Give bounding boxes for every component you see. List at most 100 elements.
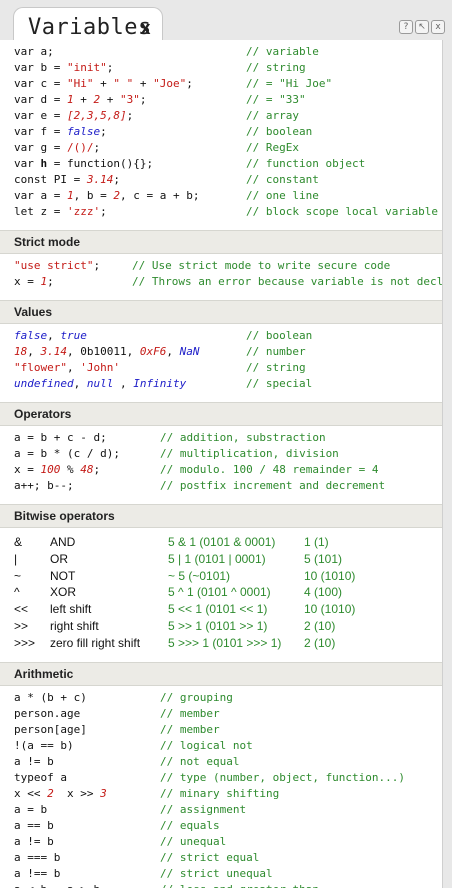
code-line: var c = "Hi" + " " + "Joe";// = "Hi Joe" (14, 76, 442, 92)
code-token: "use strict" (14, 259, 94, 272)
code-token: // assignment (160, 802, 247, 816)
code-comment: // boolean (246, 328, 312, 344)
bitwise-operator: | (14, 551, 18, 566)
code-line: var e = [2,3,5,8];// array (14, 108, 442, 124)
code-token: ; (113, 173, 120, 186)
bitwise-example: 5 | 1 (0101 | 0001) (168, 551, 266, 566)
code-statement: a != b (14, 834, 160, 850)
code-token: , (66, 361, 81, 374)
bitwise-result: 2 (10) (304, 618, 336, 633)
code-comment: // special (246, 376, 312, 392)
code-line: x << 2 x >> 3// minary shifting (14, 786, 442, 802)
code-statement: var d = 1 + 2 + "3"; (14, 92, 246, 108)
code-comment: // not equal (160, 754, 239, 770)
bitwise-name: zero fill right shift (50, 635, 141, 650)
code-comment: // modulo. 100 / 48 remainder = 4 (160, 462, 379, 478)
code-line: var a; // variable (14, 44, 442, 60)
code-token: // one line (246, 189, 319, 202)
code-line: const PI = 3.14;// constant (14, 172, 442, 188)
code-comment: // function object (246, 156, 365, 172)
bitwise-result: 4 (100) (304, 585, 343, 600)
section-header: Strict mode (0, 230, 442, 254)
code-comment: // strict unequal (160, 866, 273, 882)
bitwise-name: NOT (50, 568, 76, 583)
code-token: 'zzz' (66, 205, 101, 218)
code-line: a++; b--; // postfix increment and decrem… (14, 478, 442, 494)
code-line: var h = function(){};// function object (14, 156, 442, 172)
code-statement: a++; b--; (14, 478, 160, 494)
code-token: "init" (66, 61, 107, 74)
code-statement: var b = "init"; (14, 60, 246, 76)
code-comment: // addition, substraction (160, 430, 326, 446)
code-token: , (47, 329, 61, 342)
code-statement: var a; (14, 44, 246, 60)
cheatsheet-panel[interactable]: var a;// variable var b = "init";// strin… (0, 40, 443, 888)
code-token: // strict equal (160, 850, 260, 864)
tab-close-button[interactable]: x (140, 18, 151, 39)
code-token: // strict unequal (160, 866, 273, 880)
tab-variables[interactable]: Variables x (13, 7, 163, 41)
code-line: x = 1;// Throws an error because variabl… (14, 274, 442, 290)
tab-bar: Variables x ? ↖ x (0, 0, 452, 41)
code-line: !(a == b) // logical not (14, 738, 442, 754)
code-token: ; (126, 109, 134, 122)
bitwise-result: 2 (10) (304, 635, 336, 650)
code-comment: // = "Hi Joe" (246, 76, 332, 92)
bitwise-row: | OR 5 | 1 (0101 | 0001) 5 (101) (14, 551, 442, 568)
code-token: false (14, 329, 48, 342)
popout-button[interactable]: ↖ (415, 20, 429, 34)
code-statement: 18, 3.14, 0b10011, 0xF6, NaN (14, 344, 246, 360)
code-token: // constant (246, 173, 319, 186)
bitwise-operator: ~ (14, 568, 22, 583)
code-token: null (86, 377, 114, 390)
code-comment: // minary shifting (160, 786, 279, 802)
bitwise-row: >>> zero fill right shift 5 >>> 1 (0101 >>… (14, 635, 442, 652)
code-comment: // string (246, 60, 306, 76)
code-statement: a = b * (c / d); (14, 446, 160, 462)
code-statement: person[age] (14, 722, 160, 738)
code-comment: // block scope local variable (246, 204, 438, 220)
code-block: "use strict";// Use strict mode to write… (0, 254, 442, 292)
code-token: 3.14 (86, 173, 114, 186)
code-token: // function object (246, 157, 366, 170)
code-token: a < b a > b (14, 883, 100, 888)
code-comment: // postfix increment and decrement (160, 478, 385, 494)
code-statement: "use strict"; (14, 258, 132, 274)
code-token: ; (93, 141, 101, 154)
code-token: // type (number, object, function...) (160, 770, 406, 784)
code-token: a = b (14, 802, 48, 816)
code-comment: // = "33" (246, 92, 306, 108)
close-button[interactable]: x (431, 20, 445, 34)
code-token: NaN (179, 345, 200, 358)
code-token: a = b + c - d; (14, 431, 107, 444)
code-token: + (100, 93, 120, 106)
code-token: // grouping (160, 690, 233, 704)
code-statement: undefined, null , Infinity (14, 376, 246, 392)
code-token: + (133, 77, 154, 90)
code-token: // string (246, 361, 306, 374)
code-statement: a = b + c - d; (14, 430, 160, 446)
code-token: // member (160, 706, 220, 720)
code-statement: a * (b + c) (14, 690, 160, 706)
code-statement: false, true (14, 328, 246, 344)
code-token: % (60, 463, 81, 476)
code-token: 'John' (80, 361, 120, 374)
code-line: "use strict";// Use strict mode to write… (14, 258, 442, 274)
help-button[interactable]: ? (399, 20, 413, 34)
code-token: // variable (246, 45, 319, 58)
code-token: Infinity (133, 377, 187, 390)
code-token: "3" (119, 93, 140, 106)
code-token: 48 (80, 463, 94, 476)
code-line: var b = "init";// string (14, 60, 442, 76)
code-block: a * (b + c) // grouping person.age // membe… (0, 686, 442, 888)
bitwise-example: 5 >>> 1 (0101 >>> 1) (168, 635, 282, 650)
code-token: typeof a (14, 770, 67, 784)
code-token: x >> (53, 786, 101, 800)
code-comment: // constant (246, 172, 319, 188)
code-token: 2 (47, 786, 54, 800)
code-statement: x = 1; (14, 274, 132, 290)
code-token: ; (100, 125, 107, 138)
code-token: !(a == b) (14, 738, 74, 752)
code-comment: // type (number, object, function...) (160, 770, 405, 786)
bitwise-row: >> right shift 5 >> 1 (0101 >> 1) 2 (10) (14, 618, 442, 635)
